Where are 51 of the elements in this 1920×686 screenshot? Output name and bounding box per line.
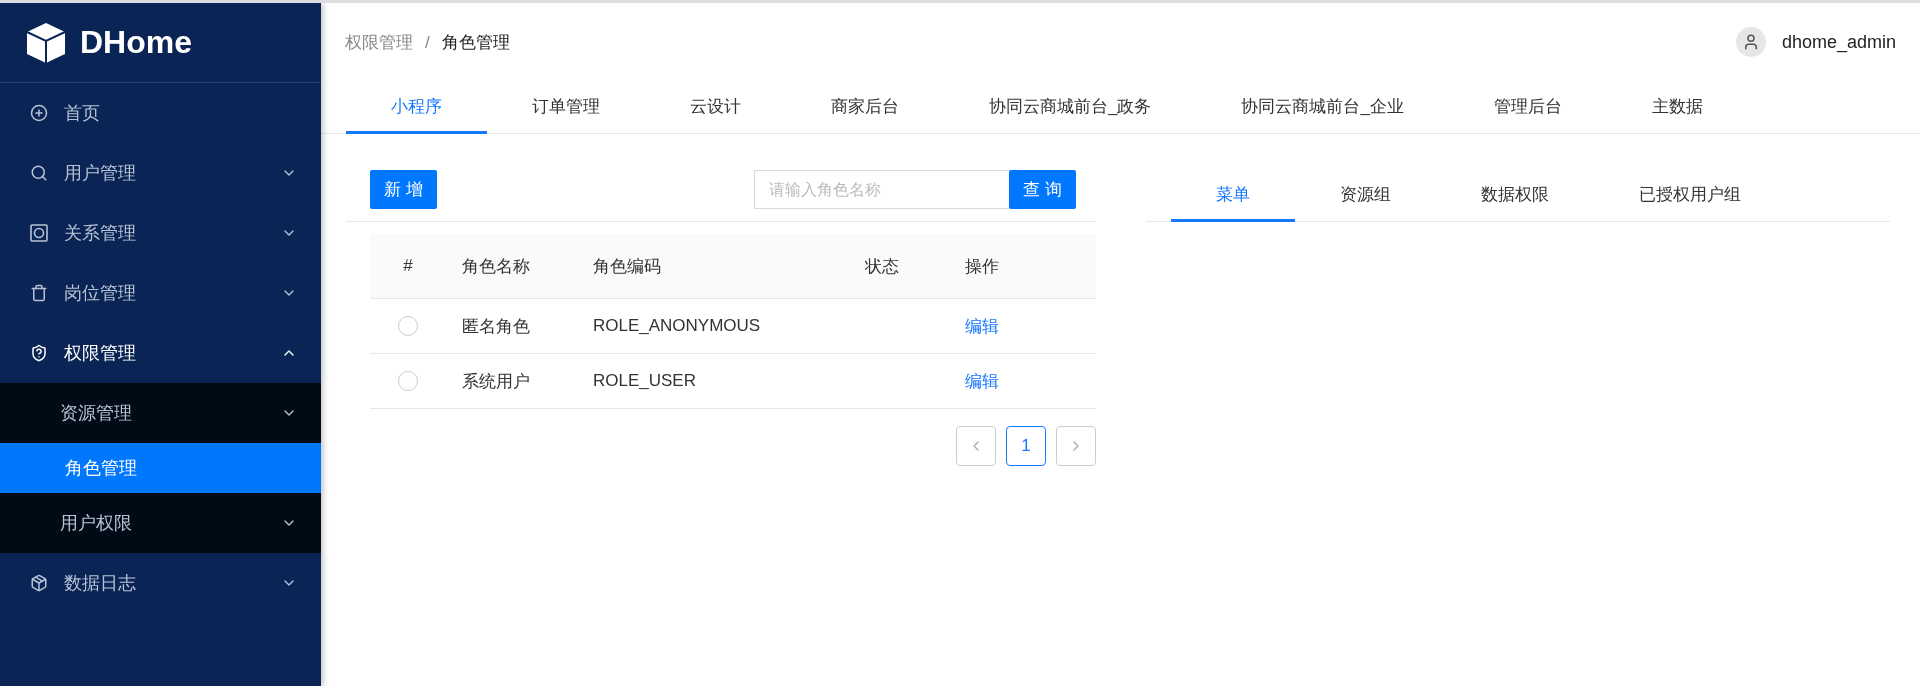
column-header: # [402,256,414,276]
framed-circle-icon [30,224,48,242]
previous-page-button[interactable] [956,426,996,466]
menu-item[interactable]: 首页 [0,83,321,143]
box-icon [30,574,48,592]
menu-item[interactable]: 用户管理 [0,143,321,203]
column-header: 状态 [864,255,900,278]
menu-item[interactable]: 数据日志 [0,553,321,613]
tab[interactable]: 管理后台 [1448,81,1607,134]
tab[interactable]: 协同云商城前台_企业 [1196,81,1449,134]
plus-circle-icon [30,104,48,122]
column-header: 角色编码 [592,255,662,278]
trash-icon [30,284,48,302]
search-field[interactable]: 请输入角色名称 [754,170,1010,209]
logo-text: DHome [80,24,192,61]
tab[interactable]: 协同云商城前台_政务 [944,81,1197,134]
table-cell-text: ROLE_USER [592,371,697,391]
column-header: 操作 [964,255,1000,278]
submenu-item[interactable]: 角色管理 [0,443,321,493]
tab[interactable]: 主数据 [1606,81,1748,134]
tab[interactable]: 小程序 [346,81,487,134]
next-page-button[interactable] [1056,426,1096,466]
logo-icon [24,20,68,65]
user-name: dhome_admin [1781,31,1896,53]
table-cell-text: 匿名角色 [461,315,531,338]
menu-item[interactable]: 关系管理 [0,203,321,263]
tab[interactable]: 云设计 [645,81,786,134]
search-icon [30,164,48,182]
edit-link[interactable]: 编辑 [949,369,1096,393]
tab[interactable]: 菜单 [1171,170,1295,222]
menu-item[interactable]: 权限管理 [0,323,321,383]
submenu-item[interactable]: 用户权限 [0,493,321,553]
shield-icon [30,344,48,362]
menu-item[interactable]: 岗位管理 [0,263,321,323]
submenu-item[interactable]: 资源管理 [0,383,321,443]
breadcrumb-item: 角色管理 [441,32,510,52]
edit-link[interactable]: 编辑 [949,314,1096,338]
breadcrumb-separator: / [425,32,430,52]
tab[interactable]: 已授权用户组 [1594,170,1786,222]
page-button[interactable]: 1 [1006,426,1046,466]
breadcrumb-item[interactable]: 权限管理 [345,32,413,52]
search-button[interactable]: 查 询 [1009,170,1076,209]
table-cell-text: ROLE_ANONYMOUS [592,316,762,336]
tab[interactable]: 订单管理 [487,81,645,134]
avatar[interactable] [1735,27,1766,57]
tab[interactable]: 数据权限 [1436,170,1594,222]
tab[interactable]: 商家后台 [786,81,944,134]
table-cell-text: 系统用户 [461,370,531,393]
add-button[interactable]: 新 增 [370,170,437,209]
tab[interactable]: 资源组 [1295,170,1436,222]
column-header: 角色名称 [461,255,531,278]
